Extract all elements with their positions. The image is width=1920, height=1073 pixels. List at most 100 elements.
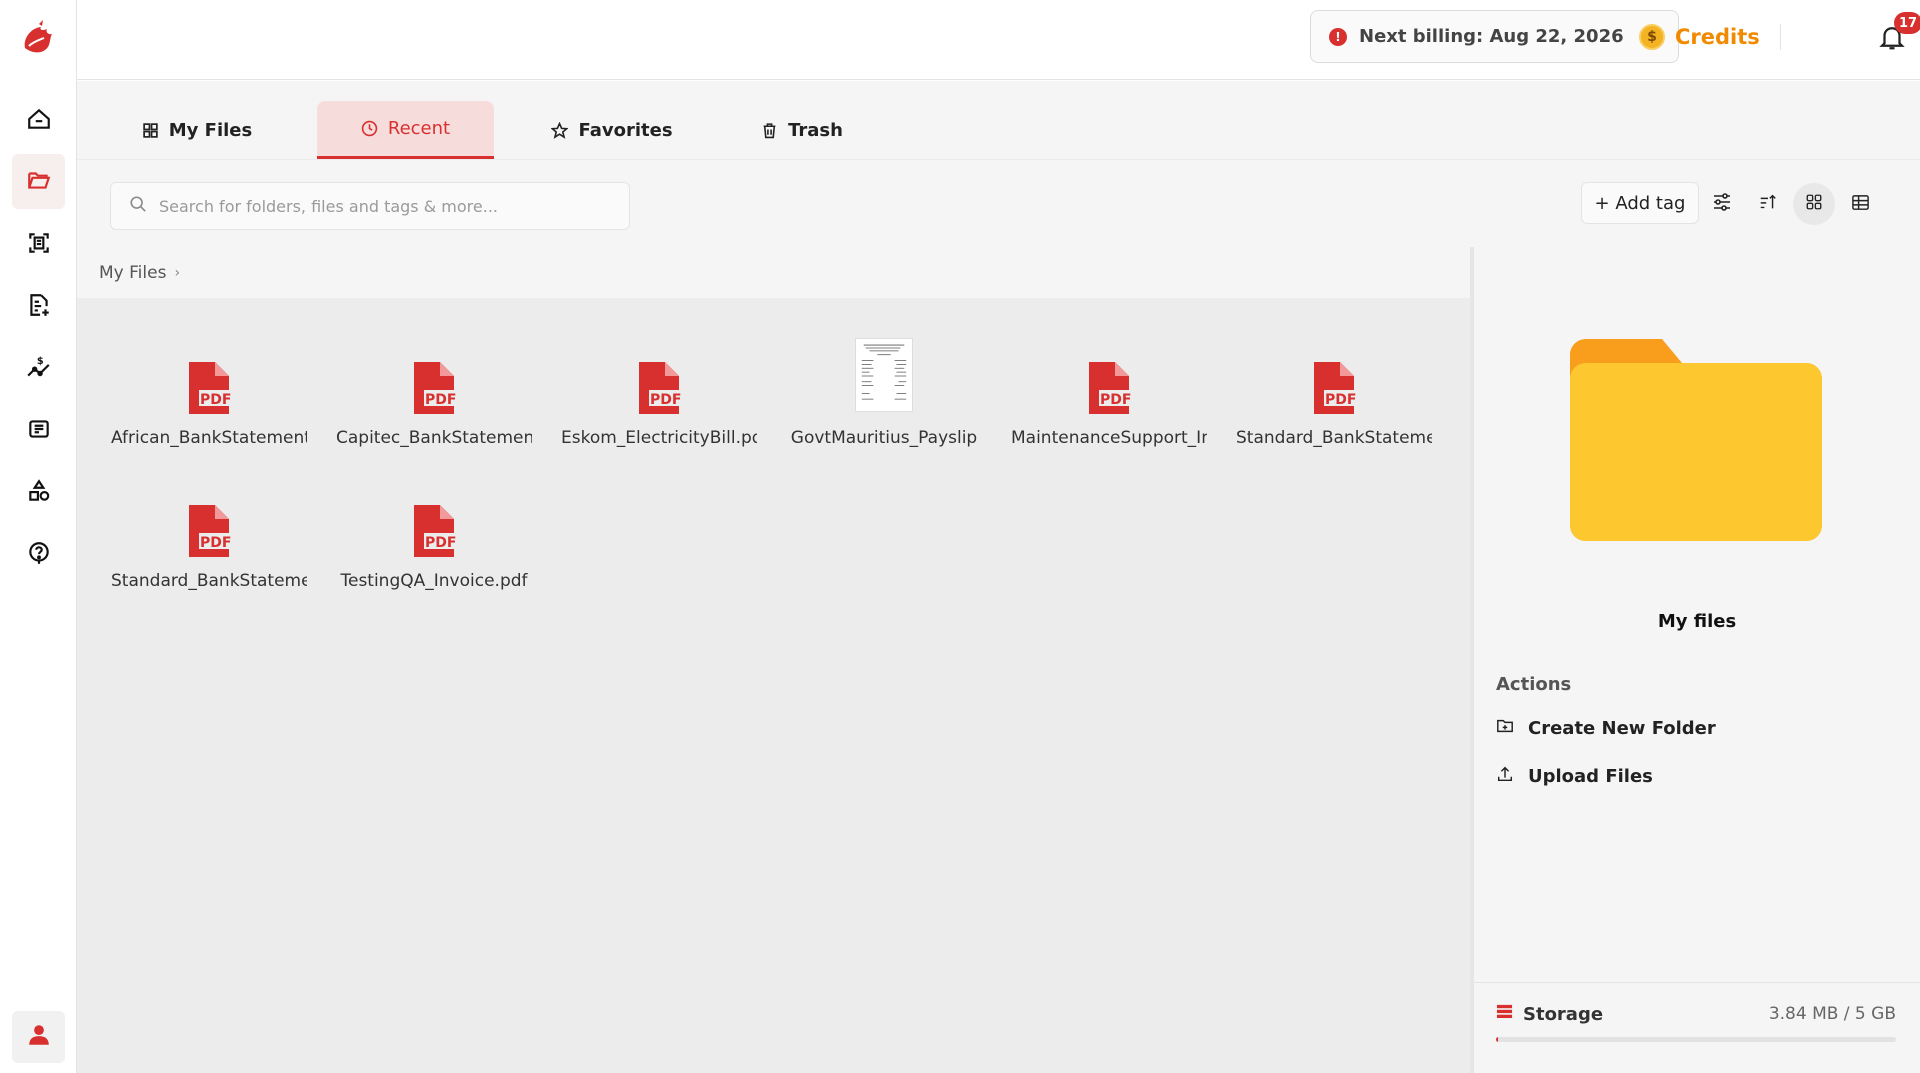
storage-label: Storage [1523, 1003, 1604, 1025]
details-panel: My files Actions Create New Folder Uploa… [1474, 247, 1920, 1073]
svg-text:PDF: PDF [650, 392, 681, 408]
scan-icon [26, 230, 52, 260]
pdf-icon: PDF [1085, 360, 1133, 418]
nav-help[interactable] [12, 527, 65, 582]
file-name: Eskom_ElectricityBill.pdf [561, 428, 757, 448]
document-add-icon [26, 292, 52, 322]
action-label: Create New Folder [1528, 717, 1716, 739]
toolbar: + Add tag [77, 159, 1920, 247]
storage-progress-fill [1496, 1037, 1498, 1042]
home-icon [26, 106, 52, 136]
file-item[interactable]: PDF TestingQA_Invoice.pdf [336, 481, 532, 601]
nav-documents[interactable] [12, 279, 65, 334]
search-icon [129, 195, 147, 217]
star-icon [551, 121, 569, 139]
svg-text:PDF: PDF [425, 535, 456, 551]
file-item[interactable]: PDF African_BankStatement.pdf [111, 338, 307, 458]
sliders-icon [1711, 191, 1733, 217]
top-bar: ! Next billing: Aug 22, 2026 $ Credits 1… [77, 0, 1920, 80]
nav-scan[interactable] [12, 217, 65, 272]
sidebar: $ [0, 0, 77, 1073]
create-folder-button[interactable]: Create New Folder [1496, 713, 1716, 743]
tab-my-files[interactable]: My Files [137, 101, 257, 159]
storage-value: 3.84 MB / 5 GB [1768, 1004, 1896, 1024]
nav-files[interactable] [12, 154, 65, 209]
file-item[interactable]: PDF Capitec_BankStatement.pdf [336, 338, 532, 458]
svg-text:PDF: PDF [1325, 392, 1356, 408]
nav-home[interactable] [12, 93, 65, 148]
divider [1780, 24, 1781, 50]
file-name: Capitec_BankStatement.pdf [336, 428, 532, 448]
sort-icon [1758, 192, 1778, 216]
file-item[interactable]: PDF Standard_BankStatement.pdf [1236, 338, 1432, 458]
billing-label: Next billing: Aug 22, 2026 [1359, 26, 1624, 47]
nav-shapes[interactable] [12, 465, 65, 520]
svg-text:PDF: PDF [200, 392, 231, 408]
sort-button[interactable] [1752, 188, 1784, 220]
file-item[interactable]: PDF MaintenanceSupport_Invoice.pdf [1011, 338, 1207, 458]
filter-button[interactable] [1706, 188, 1738, 220]
finance-trend-icon: $ [26, 354, 52, 384]
file-name: GovtMauritius_Payslip [790, 428, 978, 448]
help-circle-icon [26, 540, 52, 570]
file-name: Standard_BankStatement.pdf [111, 571, 307, 591]
file-item[interactable]: GovtMauritius_Payslip [786, 338, 982, 458]
credits-button[interactable]: $ Credits [1639, 22, 1760, 52]
actions-heading: Actions [1496, 674, 1572, 695]
breadcrumb: My Files › [77, 247, 1470, 298]
svg-text:$: $ [36, 355, 43, 366]
bell-icon [1877, 27, 1907, 56]
shapes-icon [26, 478, 52, 508]
form-icon [26, 416, 52, 446]
search-input[interactable] [159, 196, 599, 216]
tab-label: Favorites [578, 119, 673, 141]
chevron-right-icon: › [174, 264, 181, 281]
document-thumbnail [855, 338, 913, 412]
tab-trash[interactable]: Trash [732, 101, 872, 159]
pdf-icon: PDF [410, 503, 458, 561]
pdf-icon: PDF [185, 503, 233, 561]
grid-view-icon [1805, 193, 1823, 215]
svg-text:PDF: PDF [200, 535, 231, 551]
credits-label: Credits [1675, 25, 1760, 49]
nav-forms[interactable] [12, 403, 65, 458]
folder-open-icon [26, 167, 52, 197]
file-item[interactable]: PDF Eskom_ElectricityBill.pdf [561, 338, 757, 458]
tab-label: My Files [168, 119, 253, 141]
svg-text:PDF: PDF [1100, 392, 1131, 408]
file-name: TestingQA_Invoice.pdf [340, 571, 528, 591]
nav-finance[interactable]: $ [12, 341, 65, 396]
app-logo[interactable] [17, 18, 59, 60]
storage-icon [1496, 1003, 1523, 1025]
tab-label: Trash [788, 119, 843, 141]
user-profile-button[interactable] [12, 1011, 65, 1063]
files-grid: PDF African_BankStatement.pdf PDF Capite… [77, 298, 1470, 1073]
notification-badge: 17 [1894, 12, 1920, 34]
user-icon [26, 1022, 52, 1052]
tab-recent[interactable]: Recent [317, 101, 494, 159]
info-icon: ! [1329, 27, 1347, 46]
panel-title: My files [1657, 611, 1737, 632]
table-view-icon [1851, 193, 1870, 216]
pdf-icon: PDF [185, 360, 233, 418]
clock-icon [361, 120, 378, 137]
storage-progress [1496, 1037, 1896, 1042]
file-item[interactable]: PDF Standard_BankStatement.pdf [111, 481, 307, 601]
billing-notice[interactable]: ! Next billing: Aug 22, 2026 [1310, 10, 1679, 63]
table-view-button[interactable] [1844, 188, 1876, 220]
add-tag-button[interactable]: + Add tag [1581, 182, 1699, 224]
search-box[interactable] [110, 182, 630, 230]
svg-text:PDF: PDF [425, 392, 456, 408]
grid-view-button[interactable] [1793, 183, 1835, 225]
file-name: MaintenanceSupport_Invoice.pdf [1011, 428, 1207, 448]
upload-files-button[interactable]: Upload Files [1496, 761, 1653, 791]
grid-icon [142, 122, 159, 139]
breadcrumb-root[interactable]: My Files [99, 263, 166, 283]
tab-label: Recent [387, 118, 451, 139]
pdf-icon: PDF [410, 360, 458, 418]
coin-icon: $ [1639, 24, 1665, 50]
tab-favorites[interactable]: Favorites [532, 101, 692, 159]
action-label: Upload Files [1528, 765, 1653, 787]
upload-icon [1496, 765, 1528, 788]
file-name: Standard_BankStatement.pdf [1236, 428, 1432, 448]
